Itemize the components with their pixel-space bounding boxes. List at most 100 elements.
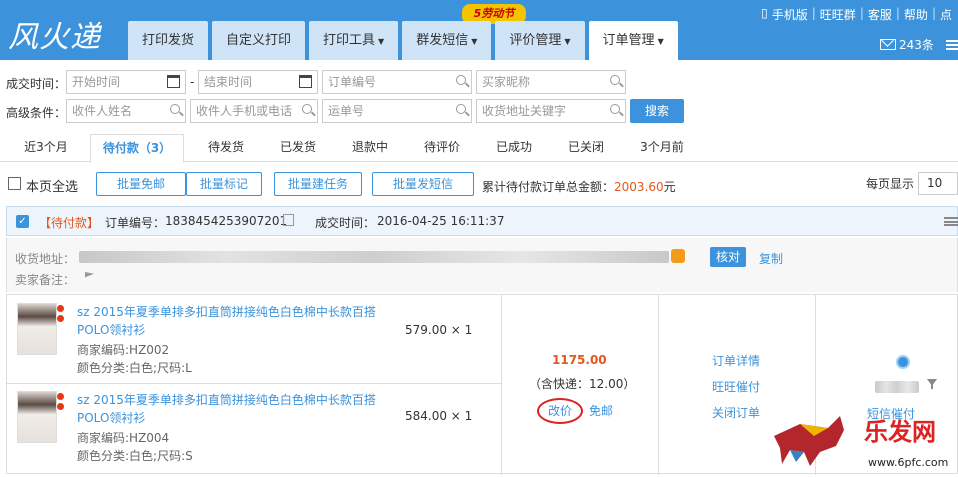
link-more[interactable]: 点 — [940, 6, 952, 23]
product-title-link[interactable]: sz 2015年夏季单排多扣直筒拼接纯色白色棉中长款百搭POLO领衬衫 — [77, 391, 387, 427]
nav-tab-order-mgmt[interactable]: 订单管理 ▼ — [588, 21, 678, 60]
site-watermark: 乐发网 www.6pfc.com — [770, 406, 958, 474]
calendar-icon[interactable] — [167, 75, 180, 88]
mail-count: 243条 — [899, 38, 934, 52]
product-title-link[interactable]: sz 2015年夏季单排多扣直筒拼接纯色白色棉中长款百搭POLO领衬衫 — [77, 303, 387, 339]
tab-awaiting-shipment[interactable]: 待发货 — [196, 134, 256, 162]
end-time-input[interactable]: 结束时间 — [198, 70, 318, 94]
link-help[interactable]: 帮助 — [904, 6, 928, 23]
tab-recent-3-months[interactable]: 近3个月 — [14, 134, 78, 162]
column-divider — [501, 295, 502, 475]
nav-tab-print-ship[interactable]: 打印发货 — [128, 21, 209, 60]
search-icon — [456, 104, 466, 114]
select-all-checkbox[interactable] — [8, 177, 21, 190]
product-price-qty: 584.00 × 1 — [405, 409, 473, 423]
address-row: 收货地址： 核对 复制 卖家备注： — [6, 238, 958, 292]
tab-awaiting-review[interactable]: 待评价 — [412, 134, 472, 162]
batch-create-task-button[interactable]: 批量建任务 — [274, 172, 362, 196]
search-icon — [610, 75, 620, 85]
product-image[interactable] — [17, 391, 57, 443]
address-keyword-input[interactable]: 收货地址关键字 — [476, 99, 626, 123]
order-time: 2016-04-25 16:11:37 — [377, 214, 505, 228]
change-price-link[interactable]: 改价 — [537, 398, 583, 424]
divider: | — [859, 6, 864, 20]
blurred-buyer-name — [875, 381, 919, 393]
tab-shipped[interactable]: 已发货 — [268, 134, 328, 162]
tab-awaiting-payment[interactable]: 待付款（3） — [90, 134, 184, 163]
advanced-label: 高级条件： — [6, 106, 67, 120]
batch-mark-button[interactable]: 批量标记 — [186, 172, 262, 196]
search-icon — [456, 75, 466, 85]
tab-completed[interactable]: 已成功 — [484, 134, 544, 162]
link-service[interactable]: 客服 — [868, 6, 892, 23]
product-code: 商家编码:HZ004 — [77, 431, 170, 445]
select-all-label: 本页全选 — [26, 180, 79, 195]
search-icon — [170, 104, 180, 114]
product-image[interactable] — [17, 303, 57, 355]
batch-toolbar: 本页全选 批量免邮 批量标记 批量建任务 批量发短信 累计待付款订单总金额：20… — [0, 170, 958, 198]
wangwang-remind-link[interactable]: 旺旺催付 — [712, 378, 760, 395]
tab-older-than-3-months[interactable]: 3个月前 — [628, 134, 696, 162]
tab-refunding[interactable]: 退款中 — [340, 134, 400, 162]
order-time-label: 成交时间： — [315, 216, 376, 230]
watermark-brand: 乐发网 — [864, 417, 936, 446]
list-icon[interactable] — [944, 217, 958, 226]
waybill-input[interactable]: 运单号 — [322, 99, 472, 123]
address-label: 收货地址： — [15, 252, 76, 266]
chevron-down-icon: ▼ — [378, 37, 385, 46]
batch-free-shipping-button[interactable]: 批量免邮 — [96, 172, 186, 196]
copy-address-link[interactable]: 复制 — [759, 250, 783, 267]
nav-tab-custom-print[interactable]: 自定义打印 — [212, 21, 306, 60]
receiver-name-input[interactable]: 收件人姓名 — [66, 99, 186, 123]
divider: | — [931, 6, 936, 20]
link-mobile[interactable]: 手机版 — [772, 6, 808, 23]
per-page-select[interactable]: 10 — [918, 172, 958, 195]
top-header: 风火递 5劳动节 打印发货 自定义打印 打印工具 ▼ 群发短信 ▼ 评价管理 ▼ 订单… — [0, 0, 958, 60]
calendar-icon[interactable] — [299, 75, 312, 88]
order-number: 1838454253907201 — [165, 214, 288, 228]
order-detail-link[interactable]: 订单详情 — [712, 352, 760, 369]
nav-tab-review-mgmt[interactable]: 评价管理 ▼ — [495, 21, 585, 60]
product-price-qty: 579.00 × 1 — [405, 323, 473, 337]
batch-send-sms-button[interactable]: 批量发短信 — [372, 172, 474, 196]
tab-closed[interactable]: 已关闭 — [556, 134, 616, 162]
range-dash: - — [190, 75, 195, 89]
flag-icon[interactable] — [85, 272, 94, 278]
verify-button[interactable]: 核对 — [710, 247, 746, 267]
deal-time-label: 成交时间： — [6, 77, 67, 91]
order-checkbox[interactable]: ✓ — [16, 215, 29, 228]
buyer-nickname-input[interactable]: 买家昵称 — [476, 70, 626, 94]
receiver-phone-input[interactable]: 收件人手机或电话 — [190, 99, 318, 123]
divider: | — [811, 6, 816, 20]
nav-tab-print-tools[interactable]: 打印工具 ▼ — [309, 21, 399, 60]
nav-tab-mass-sms[interactable]: 群发短信 ▼ — [402, 21, 492, 60]
mail-button[interactable]: 243条 — [880, 36, 934, 53]
search-button[interactable]: 搜索 — [630, 99, 684, 123]
blurred-address — [79, 251, 669, 263]
per-page-label: 每页显示 — [866, 177, 915, 191]
filter-icon[interactable] — [927, 379, 937, 389]
product-code: 商家编码:HZ002 — [77, 343, 170, 357]
total-amount-value: 2003.60 — [614, 180, 664, 194]
phone-icon — [671, 249, 685, 263]
item-marker-icon — [57, 305, 65, 335]
start-time-input[interactable]: 开始时间 — [66, 70, 186, 94]
order-status-tabs: 近3个月 待付款（3） 待发货 已发货 退款中 待评价 已成功 已关闭 3个月前 — [0, 134, 958, 163]
product-spec: 颜色分类:白色;尺码:L — [77, 361, 192, 375]
chevron-down-icon: ▼ — [471, 37, 478, 46]
item-divider — [7, 383, 501, 384]
menu-icon[interactable] — [946, 40, 958, 50]
order-number-input[interactable]: 订单编号 — [322, 70, 472, 94]
link-wangwang-group[interactable]: 旺旺群 — [820, 6, 856, 23]
top-links: ▯ 手机版 | 旺旺群 | 客服 | 帮助 | 点 — [757, 6, 952, 23]
copy-icon[interactable] — [283, 214, 294, 226]
free-shipping-link[interactable]: 免邮 — [589, 402, 613, 419]
chevron-down-icon: ▼ — [564, 37, 571, 46]
order-number-label: 订单编号： — [105, 216, 166, 230]
search-icon — [610, 104, 620, 114]
order-amount: 1175.00 — [552, 353, 607, 367]
close-order-link[interactable]: 关闭订单 — [712, 404, 760, 421]
item-marker-icon — [57, 393, 65, 423]
app-logo: 风火递 — [8, 20, 101, 55]
wangwang-icon[interactable] — [896, 355, 910, 369]
